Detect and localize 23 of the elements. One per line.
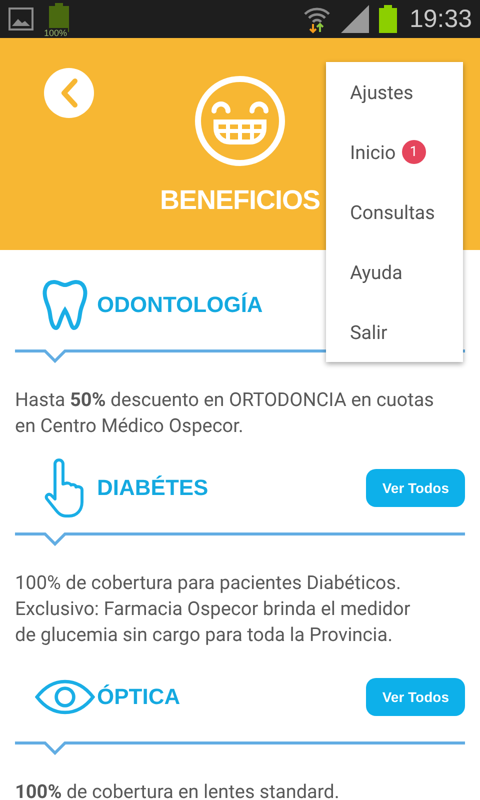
menu-item[interactable]: Salir	[350, 320, 388, 344]
clock-time: 19:33	[409, 4, 472, 34]
signal-icon	[341, 5, 370, 33]
back-chevron-icon	[60, 78, 78, 108]
menu-item[interactable]: Consultas	[350, 200, 435, 224]
picture-icon	[8, 7, 34, 31]
page-title: BENEFICIOS	[160, 185, 320, 216]
tooth-icon	[42, 279, 88, 331]
section-title: ÓPTICA	[97, 684, 182, 710]
section-title: ODONTOLOGÍA	[97, 292, 264, 318]
menu-item[interactable]: Inicio	[350, 140, 396, 164]
menu-item[interactable]: Ayuda	[350, 260, 402, 284]
eye-icon	[35, 679, 95, 715]
benefit-description: 100% de cobertura en lentes standard.	[15, 779, 340, 800]
grinning-face-icon	[194, 75, 286, 167]
benefit-description: Hasta 50% descuento en ORTODONCIA en cuotas en Centro Médico Ospecor.	[15, 387, 435, 439]
benefit-description: 100% de cobertura para pacientes Diabéticos. Exclusivo: Farmacia Ospecor brinda el medidor de glucemia sin cargo para toda la Provincia.	[15, 570, 412, 648]
notification-badge: 1	[402, 140, 426, 164]
menu-item[interactable]: Ajustes	[350, 80, 414, 104]
section-title: DIABÉTES	[97, 475, 210, 501]
back-button[interactable]	[44, 68, 94, 118]
battery-percentage: 100%	[43, 28, 68, 38]
battery-icon	[379, 5, 398, 33]
